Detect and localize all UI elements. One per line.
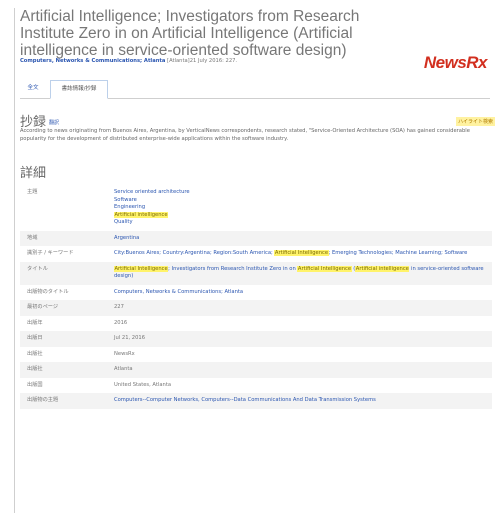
subject-link[interactable]: Engineering [114, 204, 145, 210]
row-key: 出版日 [20, 331, 107, 347]
publisher-value: NewsRx [114, 350, 135, 357]
row-key: タイトル [20, 261, 107, 285]
first-page-value: 227 [107, 300, 492, 316]
subject-link[interactable]: Quality [114, 219, 133, 225]
table-row: 出版社 Atlanta [20, 362, 492, 378]
search-term-highlight: Artificial Intelligence [297, 265, 352, 272]
region-link[interactable]: Argentina [114, 235, 139, 241]
publication-title-value[interactable]: Computers, Networks & Communications; At… [107, 285, 492, 301]
details-heading: 詳細 [20, 166, 47, 181]
row-value: Service oriented architecture Software E… [107, 185, 492, 231]
row-value: Argentina [107, 230, 492, 246]
row-key: 識別子 / キーワード [27, 250, 74, 256]
row-key: 出版物のタイトル [27, 288, 69, 295]
row-key: 出版社 [20, 362, 107, 378]
tab-abstract-details[interactable]: 書誌情報/抄録 [50, 80, 108, 99]
document-title: Artificial Intelligence; Investigators f… [20, 8, 360, 59]
search-term-highlight: Artificial intelligence [355, 265, 410, 272]
table-row: 地域 Argentina [20, 230, 492, 246]
table-row: 識別子 / キーワード City:Buenos Aires; Country:A… [20, 246, 492, 262]
subject-link-highlighted[interactable]: Artificial intelligence [114, 211, 169, 218]
row-key: 出版社 [27, 350, 43, 357]
abstract-text: According to news originating from Bueno… [20, 128, 470, 142]
translate-link[interactable]: 翻訳 [49, 120, 59, 126]
row-key: 最初のページ [20, 300, 107, 316]
search-term-highlight: Artificial Intelligence [114, 265, 169, 272]
row-key: 主題 [27, 189, 38, 195]
table-row: 出版日 Jul 21, 2016 [20, 331, 492, 347]
search-term-highlight: Artificial Intelligence [274, 250, 329, 256]
row-key: 出版国 [27, 381, 43, 388]
pub-date-value: Jul 21, 2016 [107, 331, 492, 347]
row-key: 出版物の主題 [20, 393, 107, 409]
table-row: タイトル Artificial Intelligence; Investigat… [20, 261, 492, 285]
tab-bar: 全文 書誌情報/抄録 [20, 80, 490, 99]
details-table: 主題 Service oriented architecture Softwar… [20, 185, 492, 409]
keywords-value[interactable]: City:Buenos Aires; Country:Argentina; Re… [107, 246, 492, 262]
country-value: United States, Atlanta [114, 381, 172, 388]
publication-meta: [Atlanta]21 July 2016: 227. [167, 58, 238, 64]
newsrx-logo: NewsRx [423, 53, 488, 72]
tab-full-text[interactable]: 全文 [20, 80, 46, 97]
title-value: Artificial Intelligence; Investigators f… [107, 261, 492, 285]
subject-link[interactable]: Service oriented architecture [114, 189, 190, 195]
row-key: 出版年 [27, 319, 43, 326]
publication-info: Computers, Networks & Communications; At… [20, 58, 237, 64]
publication-subject-value[interactable]: Computers--Computer Networks, Computers-… [107, 393, 492, 409]
table-row: 出版国 United States, Atlanta [20, 378, 492, 394]
highlight-search-button[interactable]: ハイライト検索 [456, 117, 495, 126]
row-key: 地域 [20, 230, 107, 246]
table-row: 出版社 NewsRx [20, 347, 492, 363]
table-row: 出版物のタイトル Computers, Networks & Communica… [20, 285, 492, 301]
place-value: Atlanta [107, 362, 492, 378]
pub-year-value: 2016 [114, 319, 128, 326]
subject-link[interactable]: Software [114, 197, 137, 203]
table-row: 出版物の主題 Computers--Computer Networks, Com… [20, 393, 492, 409]
table-row: 最初のページ 227 [20, 300, 492, 316]
publication-link[interactable]: Computers, Networks & Communications; At… [20, 58, 165, 64]
table-row: 主題 Service oriented architecture Softwar… [20, 185, 492, 231]
table-row: 出版年 2016 [20, 316, 492, 332]
